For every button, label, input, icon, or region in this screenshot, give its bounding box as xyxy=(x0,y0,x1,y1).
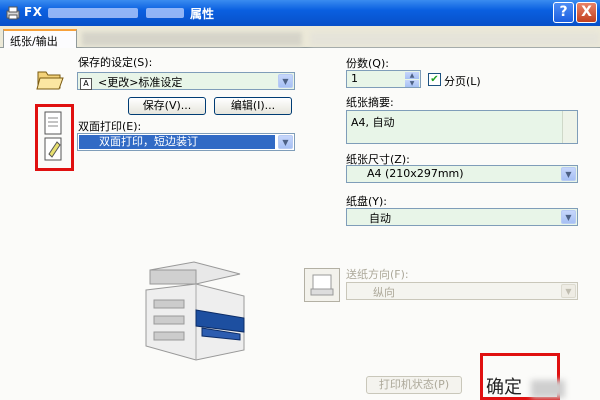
tab-paper-output[interactable]: 纸张/输出 xyxy=(3,29,77,49)
paper-size-dropdown[interactable]: A4 (210x297mm) ▼ xyxy=(346,165,578,183)
copies-value: 1 xyxy=(351,72,358,85)
spin-up-icon[interactable]: ▲ xyxy=(405,72,419,79)
feed-direction-dropdown[interactable]: 纵向 ▼ xyxy=(346,282,578,300)
chevron-down-icon: ▼ xyxy=(561,284,576,298)
help-button[interactable]: ? xyxy=(553,2,574,23)
printer-illustration xyxy=(145,261,245,361)
scrollbar[interactable] xyxy=(562,111,577,143)
collate-checkbox[interactable]: ✔ xyxy=(428,73,441,86)
duplex-value: 双面打印，短边装订 xyxy=(79,135,275,149)
paper-summary-value: A4, 自动 xyxy=(351,116,395,129)
ok-button-label: 确定 xyxy=(486,377,522,398)
printer-icon xyxy=(6,6,20,20)
settings-panel: 保存的设定(S): <更改>标准设定 ▼ A 保存(V)... 编辑(I)...… xyxy=(0,48,600,400)
redacted-title xyxy=(146,8,184,18)
edit-button[interactable]: 编辑(I)... xyxy=(214,97,292,115)
duplex-label: 双面打印(E): xyxy=(78,120,142,133)
chevron-down-icon: ▼ xyxy=(278,135,293,149)
tab-strip: 纸张/输出 xyxy=(0,26,600,49)
settings-lock-icon: A xyxy=(80,78,92,90)
orientation-icon xyxy=(304,268,340,302)
copies-label: 份数(Q): xyxy=(346,57,389,70)
close-button[interactable]: X xyxy=(576,2,597,23)
redacted-title xyxy=(48,8,138,18)
paper-size-value: A4 (210x297mm) xyxy=(367,167,464,180)
redacted-text xyxy=(531,380,565,398)
saved-settings-value: <更改>标准设定 xyxy=(98,76,183,89)
saved-settings-dropdown[interactable]: <更改>标准设定 ▼ xyxy=(77,72,295,90)
saved-settings-label: 保存的设定(S): xyxy=(78,56,153,69)
window-title-suffix: 属性 xyxy=(190,7,215,21)
title-bar: FX 属性 ? X xyxy=(0,0,600,26)
chevron-down-icon: ▼ xyxy=(278,74,293,88)
redacted-tabs xyxy=(310,32,600,46)
feed-direction-value: 纵向 xyxy=(373,286,395,299)
paper-tray-dropdown[interactable]: 自动 ▼ xyxy=(346,208,578,226)
ok-button[interactable]: 确定 xyxy=(480,353,565,400)
spin-down-icon[interactable]: ▼ xyxy=(405,80,419,87)
paper-summary-label: 纸张摘要: xyxy=(346,96,394,109)
collate-label: 分页(L) xyxy=(444,75,481,88)
printer-status-button[interactable]: 打印机状态(P) xyxy=(366,376,462,394)
copies-stepper[interactable]: 1 ▲ ▼ xyxy=(346,70,421,88)
window-title-prefix: FX xyxy=(24,5,43,19)
chevron-down-icon: ▼ xyxy=(561,210,576,224)
paper-tray-label: 纸盘(Y): xyxy=(346,195,388,208)
paper-summary-box: A4, 自动 xyxy=(346,110,578,144)
feed-direction-label: 送纸方向(F): xyxy=(346,268,409,281)
save-button[interactable]: 保存(V)... xyxy=(128,97,206,115)
duplex-dropdown[interactable]: 双面打印，短边装订 ▼ xyxy=(77,133,295,151)
paper-tray-value: 自动 xyxy=(369,212,391,225)
folder-icon xyxy=(36,71,64,90)
duplex-page-icon xyxy=(44,111,62,161)
redacted-tabs xyxy=(82,32,302,46)
chevron-down-icon: ▼ xyxy=(561,167,576,181)
